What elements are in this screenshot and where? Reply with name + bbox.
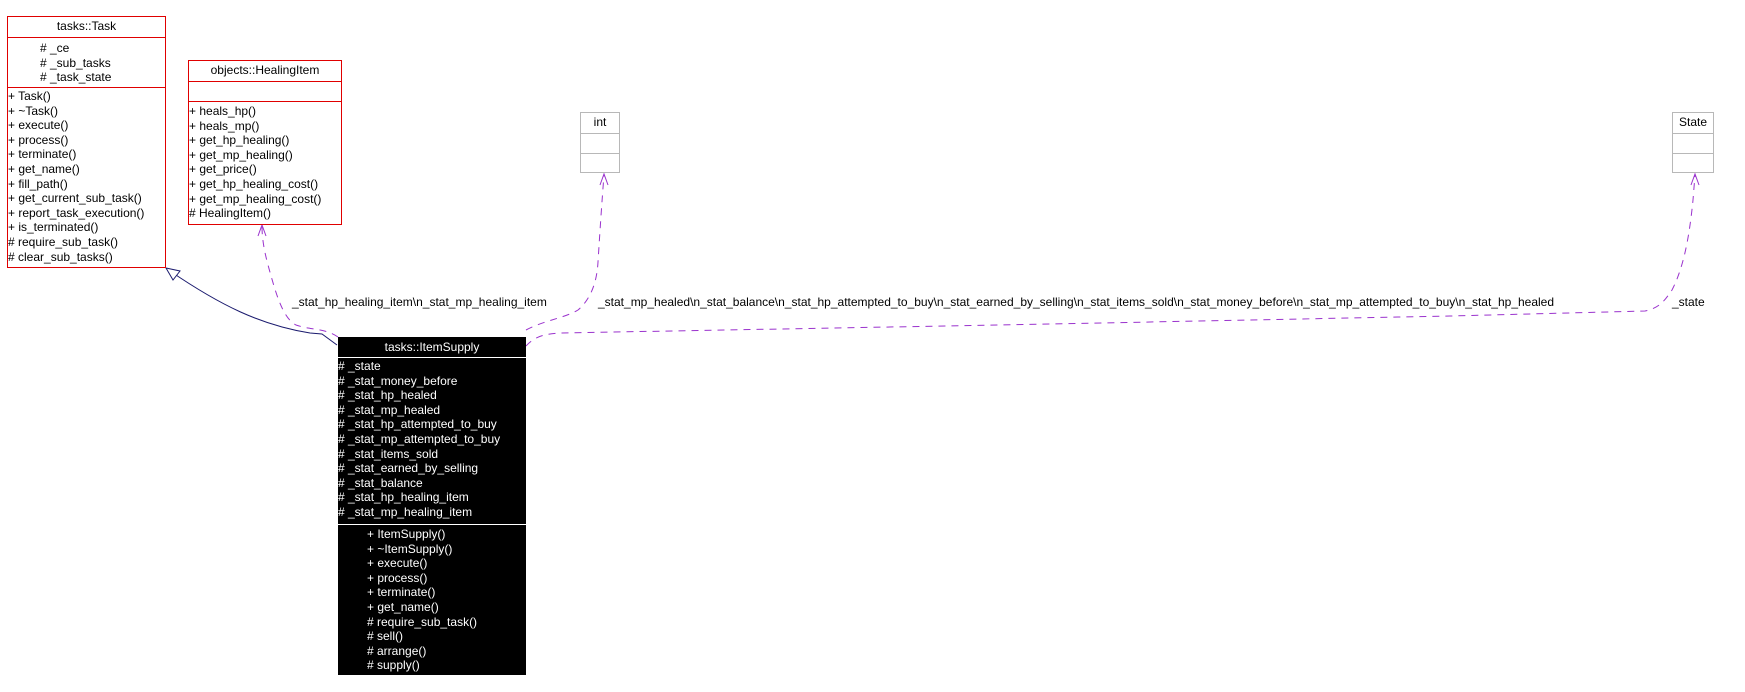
attribute: # _stat_items_sold — [338, 446, 439, 461]
method: # clear_sub_tasks() — [8, 249, 113, 264]
class-state-title: State — [1678, 115, 1708, 129]
method: + heals_hp() — [189, 104, 257, 118]
method: + ItemSupply() — [367, 527, 446, 541]
attribute: # _stat_money_before — [338, 373, 458, 388]
class-int-attributes — [581, 133, 619, 153]
method: + ~ItemSupply() — [367, 541, 453, 556]
attribute: # _sub_tasks — [40, 55, 111, 70]
attribute: # _stat_hp_attempted_to_buy — [338, 417, 497, 432]
method: # arrange() — [367, 643, 427, 658]
class-task-title: tasks::Task — [56, 19, 117, 33]
method: + get_hp_healing() — [189, 133, 290, 148]
usage-edge-healing-item — [261, 225, 339, 338]
method: + get_mp_healing() — [189, 147, 293, 162]
class-int-title: int — [593, 115, 607, 129]
class-healing-item-title: objects::HealingItem — [210, 63, 320, 77]
attribute: # _stat_hp_healed — [338, 388, 437, 403]
method: + process() — [367, 570, 428, 585]
edge-label-healing-item: _stat_hp_healing_item\n_stat_mp_healing_… — [292, 295, 547, 309]
attribute: # _stat_mp_attempted_to_buy — [338, 431, 501, 446]
method: + terminate() — [8, 147, 77, 162]
method: + get_price() — [189, 162, 257, 177]
attribute: # _stat_mp_healed — [338, 402, 441, 417]
class-int-methods — [581, 153, 619, 173]
attribute: # _ce — [40, 41, 70, 55]
method: + heals_mp() — [189, 118, 260, 133]
class-int[interactable]: int — [580, 112, 620, 173]
method: + get_name() — [8, 161, 80, 176]
class-state-attributes — [1673, 133, 1713, 153]
method: + terminate() — [367, 585, 436, 600]
attribute: # _state — [338, 359, 381, 373]
class-item-supply[interactable]: tasks::ItemSupply # _state # _stat_money… — [338, 337, 526, 675]
method: + is_terminated() — [8, 220, 99, 235]
method: + get_mp_healing_cost() — [189, 191, 322, 206]
class-healing-item-attributes — [189, 81, 341, 101]
method: + get_hp_healing_cost() — [189, 176, 319, 191]
class-healing-item-methods: + heals_hp() + heals_mp() + get_hp_heali… — [189, 101, 341, 221]
method: # supply() — [367, 658, 420, 673]
method: # HealingItem() — [189, 206, 272, 221]
method: + process() — [8, 132, 69, 147]
method: + fill_path() — [8, 176, 68, 191]
class-state[interactable]: State — [1672, 112, 1714, 173]
attribute: # _stat_balance — [338, 475, 423, 490]
class-task-attributes: # _ce # _sub_tasks # _task_state — [8, 37, 165, 87]
inheritance-arrowhead — [164, 267, 181, 281]
class-item-supply-title: tasks::ItemSupply — [384, 340, 480, 354]
method: + get_name() — [367, 599, 439, 614]
attribute: # _task_state — [40, 70, 112, 85]
edge-label-state: _state — [1672, 295, 1705, 309]
class-task[interactable]: tasks::Task # _ce # _sub_tasks # _task_s… — [7, 16, 166, 268]
attribute: # _stat_mp_healing_item — [338, 504, 473, 519]
method: # require_sub_task() — [367, 614, 478, 629]
method: + execute() — [367, 556, 428, 571]
class-item-supply-methods: + ItemSupply() + ~ItemSupply() + execute… — [338, 524, 526, 673]
method: # require_sub_task() — [8, 234, 119, 249]
method: + ~Task() — [8, 103, 59, 118]
class-state-methods — [1673, 153, 1713, 173]
edge-label-int: _stat_mp_healed\n_stat_balance\n_stat_hp… — [598, 295, 1555, 309]
attribute: # _stat_earned_by_selling — [338, 461, 479, 476]
class-healing-item[interactable]: objects::HealingItem + heals_hp() + heal… — [188, 60, 342, 225]
method: + report_task_execution() — [8, 205, 145, 220]
method: + Task() — [8, 89, 51, 103]
usage-edge-state — [525, 174, 1696, 347]
class-item-supply-attributes: # _state # _stat_money_before # _stat_hp… — [338, 357, 526, 524]
method: + execute() — [8, 118, 69, 133]
attribute: # _stat_hp_healing_item — [338, 490, 469, 505]
class-task-methods: + Task() + ~Task() + execute() + process… — [8, 87, 165, 264]
method: + get_current_sub_task() — [8, 191, 142, 206]
method: # sell() — [367, 629, 404, 644]
